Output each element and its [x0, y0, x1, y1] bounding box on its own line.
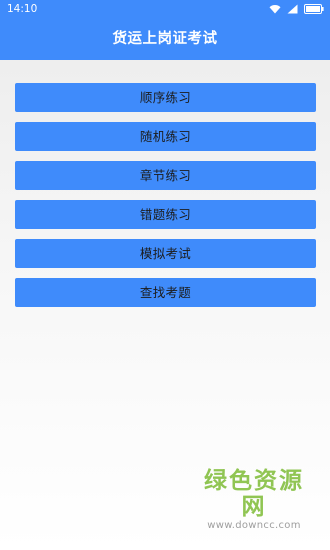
sequential-practice-button[interactable]: 顺序练习 [15, 83, 316, 112]
random-practice-button[interactable]: 随机练习 [15, 122, 316, 151]
practice-menu: 顺序练习 随机练习 章节练习 错题练习 模拟考试 查找考题 [15, 83, 316, 317]
wrong-questions-practice-button[interactable]: 错题练习 [15, 200, 316, 229]
chapter-practice-button[interactable]: 章节练习 [15, 161, 316, 190]
main-content: 顺序练习 随机练习 章节练习 错题练习 模拟考试 查找考题 绿色资源网 www.… [0, 60, 330, 550]
watermark-logo-text: 绿色资源网 [204, 468, 304, 520]
signal-icon [287, 4, 298, 14]
search-questions-button[interactable]: 查找考题 [15, 278, 316, 307]
status-icons [269, 3, 324, 15]
app-bar: 货运上岗证考试 [0, 18, 330, 60]
watermark-url: www.downcc.com [207, 520, 301, 531]
status-time: 14:10 [7, 3, 38, 15]
mock-exam-button[interactable]: 模拟考试 [15, 239, 316, 268]
status-bar: 14:10 [0, 0, 330, 18]
watermark: 绿色资源网 www.downcc.com [194, 468, 314, 532]
wifi-icon [269, 4, 281, 14]
page-title: 货运上岗证考试 [112, 31, 218, 47]
battery-icon [304, 4, 324, 14]
